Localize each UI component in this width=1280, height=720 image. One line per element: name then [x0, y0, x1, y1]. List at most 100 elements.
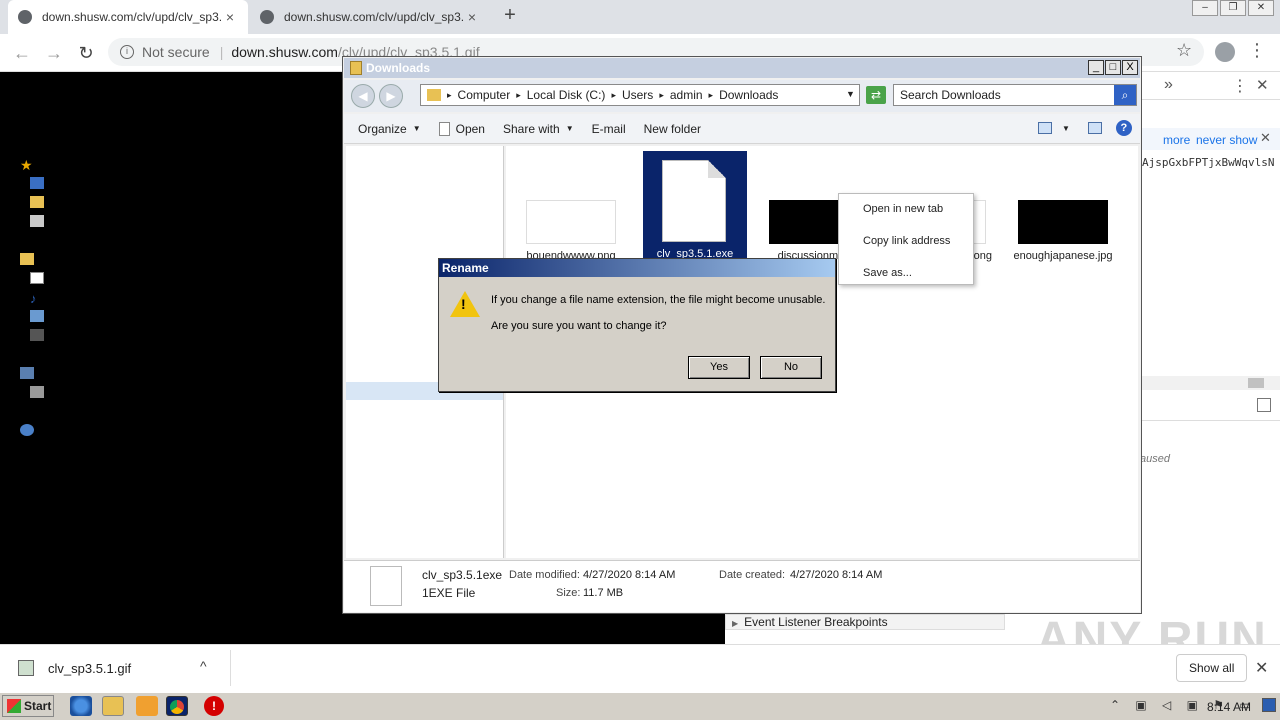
nav-network[interactable]: Network: [20, 423, 84, 437]
nav-downloads[interactable]: Downloads: [30, 195, 109, 209]
devtools-close-icon[interactable]: ✕: [1256, 76, 1269, 94]
info-icon[interactable]: i: [120, 45, 134, 59]
show-all-button[interactable]: Show all: [1176, 654, 1248, 682]
no-button[interactable]: No: [760, 356, 822, 379]
scroll-thumb[interactable]: [1248, 378, 1264, 388]
explorer-taskbar-icon[interactable]: [102, 696, 124, 716]
forward-arrow-icon[interactable]: ▶: [379, 84, 403, 108]
download-shelf-close-icon[interactable]: ✕: [1255, 658, 1268, 678]
menu-item-copy-link[interactable]: Copy link address: [863, 235, 950, 247]
show-desktop-icon[interactable]: [1262, 698, 1276, 712]
chevron-down-icon: ▼: [565, 124, 574, 133]
open-label: Open: [455, 121, 485, 136]
nav-computer[interactable]: Computer: [20, 366, 93, 380]
tab-close-icon[interactable]: ×: [222, 9, 238, 25]
share-with-button[interactable]: Share with ▼: [503, 122, 574, 136]
forward-button[interactable]: →: [42, 41, 66, 65]
network-icon: [20, 424, 34, 436]
taskbar-clock[interactable]: 8:14 AM: [1207, 700, 1251, 714]
explorer-titlebar[interactable]: Downloads: [344, 58, 1140, 78]
event-listener-breakpoints[interactable]: ▶ Event Listener Breakpoints: [725, 614, 1005, 630]
refresh-icon[interactable]: ⇄: [866, 86, 886, 104]
email-button[interactable]: E-mail: [592, 122, 626, 136]
libraries-icon: [20, 253, 34, 265]
more-link[interactable]: more: [1163, 133, 1190, 147]
nav-label: Recent Places: [50, 214, 128, 228]
chevron-right-icon[interactable]: ▸: [611, 90, 616, 101]
start-button[interactable]: Start: [2, 695, 54, 717]
breadcrumb-computer[interactable]: Computer: [458, 88, 511, 102]
globe-icon: [260, 10, 274, 24]
preview-pane-icon[interactable]: [1087, 122, 1102, 134]
minimize-button[interactable]: –: [1192, 0, 1218, 16]
view-dropdown-icon[interactable]: ▼: [1062, 124, 1070, 133]
image-thumbnail: [1018, 200, 1108, 244]
close-window-button[interactable]: X: [1122, 60, 1138, 75]
breakpoints-label: Event Listener Breakpoints: [744, 615, 888, 629]
file-item[interactable]: enoughjapanese.jpg: [1011, 200, 1115, 263]
media-player-icon[interactable]: [136, 696, 158, 716]
close-window-button[interactable]: ✕: [1248, 0, 1274, 16]
download-item[interactable]: clv_sp3.5.1.gif: [18, 660, 131, 676]
computer-icon: [20, 367, 34, 379]
nav-videos[interactable]: Videos: [30, 328, 86, 342]
menu-item-open-new-tab[interactable]: Open in new tab: [863, 203, 943, 215]
devtools-code-text: AjspGxbFPTjxBwWqvlsN: [1142, 156, 1275, 169]
chevron-right-icon[interactable]: ▸: [659, 90, 664, 101]
browser-tab[interactable]: down.shusw.com/clv/upd/clv_sp3.5 ×: [250, 0, 490, 34]
breadcrumb-users[interactable]: Users: [622, 88, 653, 102]
breadcrumb-downloads[interactable]: Downloads: [719, 88, 778, 102]
nav-pictures[interactable]: Pictures: [30, 309, 93, 323]
search-icon[interactable]: ⌕: [1114, 85, 1136, 105]
profile-avatar[interactable]: [1215, 42, 1235, 62]
menu-item-save-as[interactable]: Save as...: [863, 267, 912, 279]
change-view-icon[interactable]: [1038, 122, 1052, 134]
reload-button[interactable]: ↻: [74, 41, 98, 65]
restore-button[interactable]: ❐: [1220, 0, 1246, 16]
breadcrumb-local-disk[interactable]: Local Disk (C:): [527, 88, 606, 102]
alert-icon[interactable]: !: [204, 696, 224, 716]
nav-music[interactable]: ♪ Music: [30, 290, 74, 306]
breadcrumb-admin[interactable]: admin: [670, 88, 703, 102]
divider: [1140, 420, 1280, 421]
file-item[interactable]: bouendwwww.png: [519, 200, 623, 263]
nav-local-disk[interactable]: Local Disk (C:): [30, 385, 129, 399]
dialog-question: Are you sure you want to change it?: [491, 320, 667, 332]
never-show-link[interactable]: never show: [1196, 133, 1257, 147]
chevron-right-icon[interactable]: ▸: [709, 90, 714, 101]
explorer-search-input[interactable]: Search Downloads: [893, 84, 1137, 106]
open-button[interactable]: Open: [438, 121, 485, 136]
devtools-menu-icon[interactable]: ⋮: [1232, 76, 1248, 96]
help-icon[interactable]: ?: [1115, 120, 1132, 136]
explorer-address-bar[interactable]: ▸ Computer ▸ Local Disk (C:) ▸ Users ▸ a…: [420, 84, 860, 106]
browser-tab-active[interactable]: down.shusw.com/clv/upd/clv_sp3.5 ×: [8, 0, 248, 34]
chevron-right-icon[interactable]: ▸: [516, 90, 521, 101]
dialog-titlebar[interactable]: Rename: [439, 259, 835, 277]
nav-libraries[interactable]: Libraries: [20, 252, 86, 266]
chrome-taskbar-icon[interactable]: [166, 696, 188, 716]
nav-documents[interactable]: Documents: [30, 271, 111, 285]
browser-menu-icon[interactable]: ⋮: [1248, 40, 1266, 61]
tab-label: down.shusw.com/clv/upd/clv_sp3.5: [284, 10, 464, 24]
nav-favorites[interactable]: ★ Favorites: [20, 156, 88, 173]
yes-button[interactable]: Yes: [688, 356, 750, 379]
windows-logo-icon: [7, 699, 21, 713]
minimize-button[interactable]: _: [1088, 60, 1104, 75]
bookmark-star-icon[interactable]: ☆: [1176, 40, 1192, 61]
tab-close-icon[interactable]: ×: [464, 9, 480, 25]
infobar-close-icon[interactable]: ✕: [1260, 130, 1271, 146]
back-button[interactable]: ←: [10, 41, 34, 65]
ie-icon[interactable]: [70, 696, 92, 716]
organize-button[interactable]: Organize ▼: [358, 122, 421, 136]
maximize-button[interactable]: □: [1105, 60, 1121, 75]
panel-toggle-icon[interactable]: [1257, 398, 1271, 412]
nav-desktop[interactable]: Desktop: [30, 176, 94, 190]
nav-recent-places[interactable]: Recent Places: [30, 214, 127, 228]
new-tab-button[interactable]: +: [498, 4, 522, 30]
devtools-more-tabs-icon[interactable]: »: [1164, 76, 1173, 94]
address-dropdown-icon[interactable]: ▼: [846, 89, 855, 99]
back-arrow-icon[interactable]: ◀: [351, 84, 375, 108]
download-options-chevron-icon[interactable]: ^: [200, 658, 207, 674]
new-folder-button[interactable]: New folder: [644, 122, 701, 136]
star-icon: ★: [20, 157, 33, 173]
